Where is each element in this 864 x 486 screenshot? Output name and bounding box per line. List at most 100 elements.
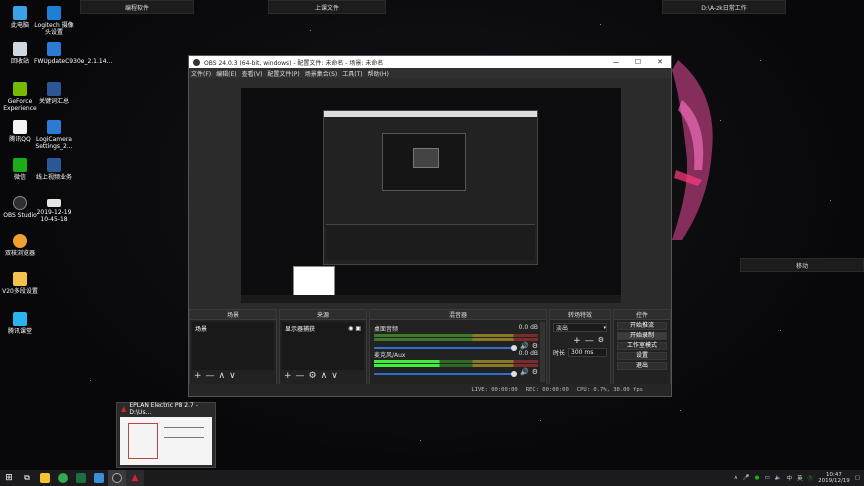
- fence-move[interactable]: 移动: [740, 258, 864, 272]
- notification-icon[interactable]: ▢: [855, 475, 860, 481]
- wechat-tray-icon[interactable]: ●: [755, 475, 760, 481]
- settings-button[interactable]: 设置: [617, 352, 667, 360]
- obs-window[interactable]: OBS 24.0.3 (64-bit, windows) - 配置文件: 未命名…: [188, 55, 672, 397]
- window-title: OBS 24.0.3 (64-bit, windows) - 配置文件: 未命名…: [204, 59, 384, 67]
- speaker-icon[interactable]: 🔊: [520, 342, 529, 350]
- desktop-icon-keywords[interactable]: 关键词汇总: [34, 82, 74, 105]
- menu-profile[interactable]: 配置文件(P): [267, 69, 299, 78]
- network-icon[interactable]: ▭: [764, 475, 769, 481]
- taskbar-obs[interactable]: [108, 470, 126, 486]
- gear-icon[interactable]: ⚙: [532, 368, 538, 376]
- ime-chinese[interactable]: 中: [787, 474, 793, 482]
- remove-source-button[interactable]: —: [296, 371, 305, 381]
- obs-titlebar[interactable]: OBS 24.0.3 (64-bit, windows) - 配置文件: 未命名…: [189, 56, 671, 68]
- scenes-dock-title: 场景: [190, 310, 276, 320]
- lock-icon[interactable]: ▣: [355, 325, 361, 332]
- source-item-label: 显示器捕获: [285, 326, 316, 333]
- menu-file[interactable]: 文件(F): [191, 69, 211, 78]
- taskbar-app[interactable]: [90, 470, 108, 486]
- fence-class-files[interactable]: 上课文件: [268, 0, 386, 14]
- fence-daily-work[interactable]: D:\A-zk日常工作: [662, 0, 786, 14]
- start-button[interactable]: ⊞: [0, 470, 18, 486]
- menu-help[interactable]: 帮助(H): [368, 69, 389, 78]
- clock-date: 2019/12/19: [818, 478, 850, 484]
- s-tray-icon[interactable]: Ⓢ: [808, 474, 814, 482]
- excel-icon: [76, 473, 86, 483]
- transition-select[interactable]: 淡出 ▾: [553, 323, 607, 332]
- desktop-icon-fwupdate[interactable]: FWUpdateC930e_2.1.14...: [34, 42, 112, 65]
- volume-icon[interactable]: 🔈: [775, 475, 782, 481]
- start-recording-button[interactable]: 开始录制: [617, 332, 667, 340]
- menu-bar: 文件(F) 编辑(E) 查看(V) 配置文件(P) 场景集合(S) 工具(T) …: [189, 68, 671, 78]
- live-timer: LIVE: 00:00:00: [471, 387, 518, 393]
- taskbar: ⊞ ⧉ ▲ ∧ 🎤 ● ▭ 🔈 中 英 Ⓢ 10:47 2019/12/19 ▢: [0, 470, 864, 486]
- volume-slider[interactable]: [374, 344, 517, 351]
- start-streaming-button[interactable]: 开始推流: [617, 322, 667, 330]
- remove-scene-button[interactable]: —: [206, 371, 215, 381]
- nested-preview-inner: [413, 148, 439, 168]
- desktop-icon-online-video[interactable]: 线上视频业务: [34, 158, 74, 181]
- exit-button[interactable]: 退出: [617, 362, 667, 370]
- mixer-scrollbar[interactable]: [540, 322, 545, 382]
- scene-item[interactable]: 场景: [192, 322, 274, 335]
- desktop-icon-logicamera[interactable]: LogiCamera Settings_2...: [34, 120, 74, 150]
- menu-edit[interactable]: 编辑(E): [216, 69, 236, 78]
- taskbar-browser[interactable]: [54, 470, 72, 486]
- move-scene-down-button[interactable]: ∨: [229, 371, 236, 381]
- icon-label: 关键词汇总: [38, 98, 69, 105]
- gear-icon[interactable]: ⚙: [309, 371, 317, 381]
- add-transition-button[interactable]: +: [573, 336, 581, 346]
- microphone-icon[interactable]: 🎤: [743, 475, 750, 481]
- studio-mode-button[interactable]: 工作室模式: [617, 342, 667, 350]
- eplan-preview-thumbnail: [120, 417, 212, 465]
- minimize-button[interactable]: —: [605, 58, 627, 66]
- taskbar-eplan[interactable]: ▲: [126, 470, 144, 486]
- source-item[interactable]: 显示器捕获 ◉ ▣: [282, 322, 364, 335]
- icon-label: 腾讯QQ: [9, 136, 31, 143]
- taskbar-explorer[interactable]: [36, 470, 54, 486]
- maximize-button[interactable]: ☐: [627, 58, 649, 66]
- menu-scene-collection[interactable]: 场景集合(S): [305, 69, 338, 78]
- speaker-icon[interactable]: 🔊: [520, 368, 529, 376]
- desktop-icon-browser[interactable]: 双核浏览器: [0, 234, 40, 257]
- gear-icon[interactable]: ⚙: [532, 342, 538, 350]
- menu-tools[interactable]: 工具(T): [342, 69, 362, 78]
- taskbar-clock[interactable]: 10:47 2019/12/19: [818, 472, 850, 484]
- fence-label: 编程软件: [124, 4, 149, 12]
- transitions-dock-title: 转场特效: [550, 310, 610, 320]
- icon-label: 此电脑: [10, 22, 29, 29]
- sources-toolbar: + — ⚙ ∧ ∨: [284, 371, 338, 381]
- menu-view[interactable]: 查看(V): [242, 69, 263, 78]
- duration-input[interactable]: 300 ms: [568, 348, 607, 357]
- eplan-window-preview[interactable]: ▲ EPLAN Electric P8 2.7 - D:\Us...: [116, 402, 216, 468]
- close-button[interactable]: ✕: [649, 58, 671, 66]
- remove-transition-button[interactable]: —: [585, 336, 594, 346]
- desktop-icon-tencent-class[interactable]: 腾讯课堂: [0, 312, 40, 335]
- move-source-down-button[interactable]: ∨: [331, 371, 338, 381]
- desktop-icon-logitech[interactable]: Logitech 摄像头设置: [34, 6, 74, 36]
- desktop-icon-recording-file[interactable]: 2019-12-19 10-45-18: [34, 196, 74, 223]
- mixer-channel-desktop: 桌面音频 0.0 dB 🔊 ⚙: [374, 324, 538, 351]
- move-source-up-button[interactable]: ∧: [321, 371, 328, 381]
- eye-icon[interactable]: ◉: [348, 325, 353, 332]
- move-scene-up-button[interactable]: ∧: [219, 371, 226, 381]
- fence-programming[interactable]: 编程软件: [80, 0, 194, 14]
- sources-list[interactable]: 显示器捕获 ◉ ▣: [282, 322, 364, 370]
- wechat-icon: [13, 158, 27, 172]
- icon-label: 微信: [13, 174, 26, 181]
- add-source-button[interactable]: +: [284, 371, 292, 381]
- gear-icon[interactable]: ⚙: [598, 336, 604, 346]
- taskbar-excel[interactable]: [72, 470, 90, 486]
- volume-slider[interactable]: [374, 370, 517, 377]
- desktop-icon-v20[interactable]: V20多段设置: [0, 272, 40, 295]
- up-arrow-icon[interactable]: ∧: [734, 475, 738, 481]
- scenes-list[interactable]: 场景: [192, 322, 274, 370]
- icon-label: GeForce Experience: [3, 98, 37, 112]
- preview-canvas[interactable]: [241, 88, 621, 303]
- recycle-bin-icon: [13, 42, 27, 56]
- add-scene-button[interactable]: +: [194, 371, 202, 381]
- volume-meter: [374, 338, 538, 341]
- icon-label: V20多段设置: [2, 288, 38, 295]
- ime-mode[interactable]: 英: [797, 474, 803, 482]
- task-view-button[interactable]: ⧉: [18, 470, 36, 486]
